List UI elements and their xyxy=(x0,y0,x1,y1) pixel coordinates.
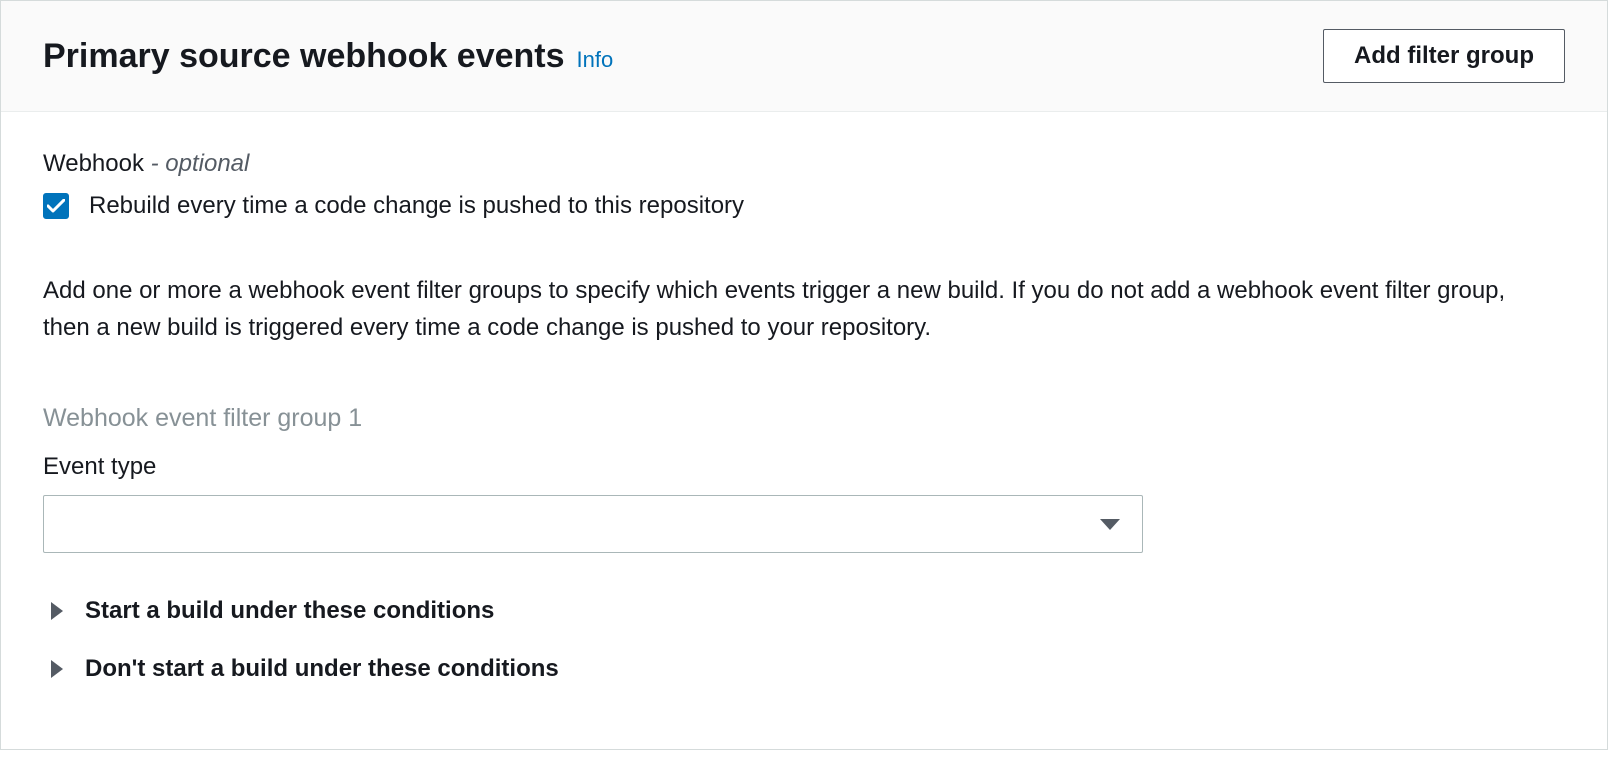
rebuild-checkbox-row: Rebuild every time a code change is push… xyxy=(43,192,1565,220)
panel-title: Primary source webhook events xyxy=(43,37,565,76)
event-type-select[interactable] xyxy=(43,495,1143,553)
panel-body: Webhook - optional Rebuild every time a … xyxy=(1,112,1607,749)
info-link[interactable]: Info xyxy=(577,47,614,73)
start-conditions-label: Start a build under these conditions xyxy=(85,597,494,625)
filter-group-heading: Webhook event filter group 1 xyxy=(43,404,1565,433)
rebuild-checkbox[interactable] xyxy=(43,193,69,219)
add-filter-group-button[interactable]: Add filter group xyxy=(1323,29,1565,83)
webhook-label-text: Webhook xyxy=(43,150,151,177)
panel-header: Primary source webhook events Info Add f… xyxy=(1,1,1607,112)
caret-right-icon xyxy=(51,660,63,678)
dont-start-conditions-label: Don't start a build under these conditio… xyxy=(85,655,559,683)
caret-right-icon xyxy=(51,602,63,620)
webhook-optional-text: - optional xyxy=(151,150,250,177)
event-type-label: Event type xyxy=(43,453,1565,481)
filter-groups-description: Add one or more a webhook event filter g… xyxy=(43,272,1523,346)
panel-title-wrap: Primary source webhook events Info xyxy=(43,37,613,76)
dont-start-conditions-expander[interactable]: Don't start a build under these conditio… xyxy=(51,649,1565,689)
webhook-events-panel: Primary source webhook events Info Add f… xyxy=(0,0,1608,750)
rebuild-checkbox-label[interactable]: Rebuild every time a code change is push… xyxy=(89,192,744,220)
checkmark-icon xyxy=(47,199,65,213)
webhook-field-label: Webhook - optional xyxy=(43,150,1565,178)
start-conditions-expander[interactable]: Start a build under these conditions xyxy=(51,591,1565,631)
caret-down-icon xyxy=(1100,519,1120,530)
